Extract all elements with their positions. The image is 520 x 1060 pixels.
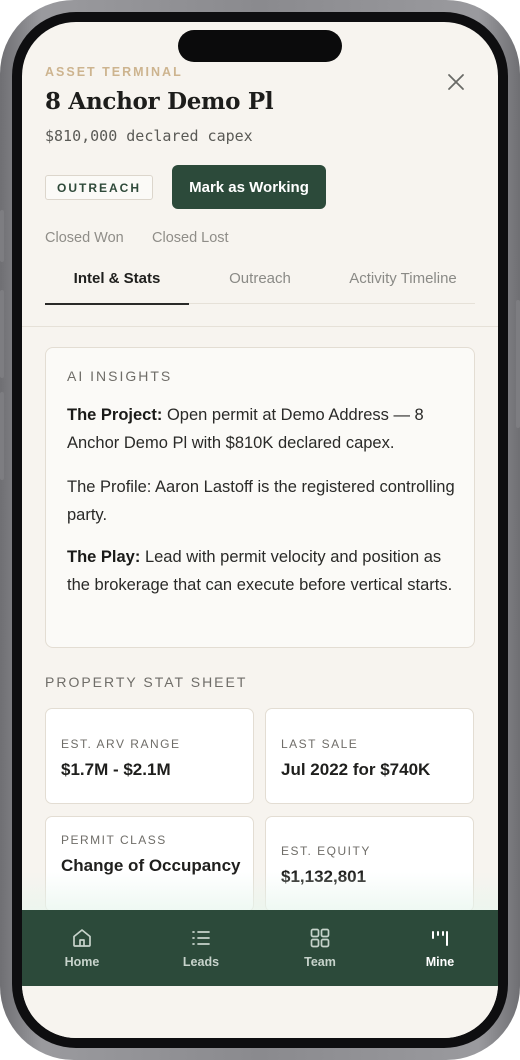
stat-label: LAST SALE bbox=[281, 737, 359, 751]
side-button-volume-up bbox=[0, 290, 4, 378]
insight-play: The Play: Lead with permit velocity and … bbox=[67, 543, 459, 599]
bottom-nav: Home Leads Team Mine bbox=[22, 910, 498, 986]
home-indicator-area bbox=[22, 986, 498, 1038]
nav-home[interactable]: Home bbox=[22, 910, 142, 986]
insight-project-label: The Project: bbox=[67, 406, 163, 424]
mark-as-working-button[interactable]: Mark as Working bbox=[172, 165, 326, 209]
list-icon bbox=[189, 926, 213, 950]
side-button-silent bbox=[0, 210, 4, 262]
tab-bar: Intel & Stats Outreach Activity Timeline bbox=[45, 264, 475, 305]
nav-team[interactable]: Team bbox=[260, 910, 380, 986]
stat-card-last-sale: LAST SALE Jul 2022 for $740K bbox=[265, 708, 474, 804]
mine-icon bbox=[428, 926, 452, 950]
declared-capex: $810,000 declared capex bbox=[45, 127, 253, 145]
dynamic-island bbox=[178, 30, 342, 62]
asset-eyebrow: ASSET TERMINAL bbox=[45, 65, 183, 79]
stat-label: EST. ARV RANGE bbox=[61, 737, 181, 751]
nav-home-label: Home bbox=[64, 955, 100, 969]
grid-icon bbox=[308, 926, 332, 950]
nav-leads-label: Leads bbox=[182, 955, 220, 969]
stat-card-arv: EST. ARV RANGE $1.7M - $2.1M bbox=[45, 708, 254, 804]
screen: ASSET TERMINAL 8 Anchor Demo Pl $810,000… bbox=[22, 22, 498, 1038]
phone-frame: ASSET TERMINAL 8 Anchor Demo Pl $810,000… bbox=[0, 0, 520, 1060]
closed-won-link[interactable]: Closed Won bbox=[45, 230, 124, 246]
stage-badge: OUTREACH bbox=[45, 175, 153, 200]
side-button-power bbox=[516, 300, 520, 428]
closed-lost-link[interactable]: Closed Lost bbox=[152, 230, 229, 246]
tab-activity-timeline[interactable]: Activity Timeline bbox=[331, 264, 475, 304]
home-icon bbox=[70, 926, 94, 950]
nav-team-label: Team bbox=[304, 955, 336, 969]
tab-outreach[interactable]: Outreach bbox=[189, 264, 331, 304]
insight-play-label: The Play: bbox=[67, 548, 141, 566]
nav-mine-label: Mine bbox=[425, 955, 455, 969]
insight-project: The Project: Open permit at Demo Address… bbox=[67, 401, 459, 457]
side-button-volume-down bbox=[0, 392, 4, 480]
tab-intel-stats[interactable]: Intel & Stats bbox=[45, 264, 189, 305]
page-title: 8 Anchor Demo Pl bbox=[45, 88, 274, 115]
insight-profile: The Profile: Aaron Lastoff is the regist… bbox=[67, 478, 455, 524]
stat-sheet-heading: PROPERTY STAT SHEET bbox=[45, 674, 248, 690]
stat-value: $1.7M - $2.1M bbox=[61, 760, 171, 779]
scroll-fade bbox=[22, 872, 498, 912]
nav-leads[interactable]: Leads bbox=[141, 910, 261, 986]
ai-insights-heading: AI INSIGHTS bbox=[67, 368, 173, 384]
stat-label: EST. EQUITY bbox=[281, 844, 371, 858]
ai-insights-card: AI INSIGHTS The Project: Open permit at … bbox=[45, 347, 475, 648]
stat-label: PERMIT CLASS bbox=[61, 833, 167, 847]
close-button[interactable] bbox=[442, 68, 470, 96]
close-icon bbox=[448, 74, 464, 90]
nav-mine[interactable]: Mine bbox=[380, 910, 498, 986]
header-divider bbox=[22, 326, 498, 327]
stat-value: Jul 2022 for $740K bbox=[281, 760, 431, 779]
